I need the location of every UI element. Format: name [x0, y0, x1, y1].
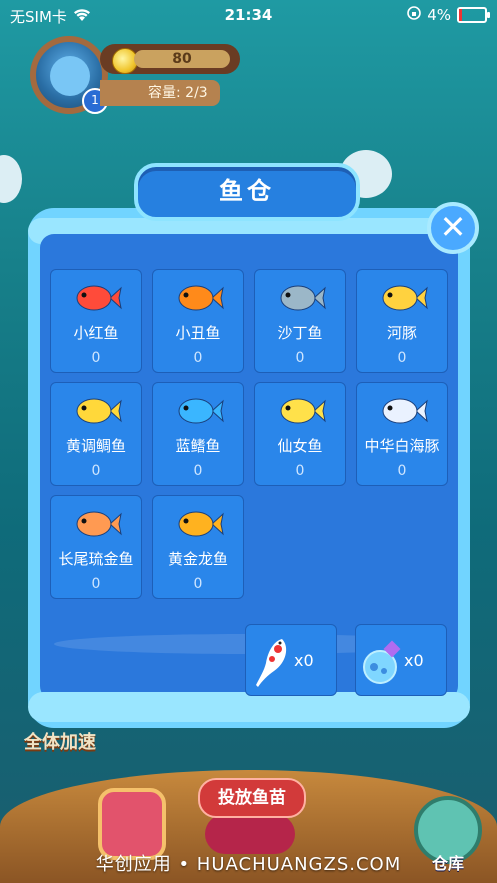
- fish-count: 0: [91, 576, 101, 592]
- player-profile: 1 80 容量: 2/3: [30, 36, 240, 120]
- watermark: 华创应用 • HUACHUANGZS.COM: [95, 854, 402, 875]
- close-button[interactable]: ✕: [427, 202, 479, 254]
- fish-icon: [76, 285, 122, 311]
- fish-icon: [178, 511, 224, 537]
- battery-icon: [457, 7, 490, 23]
- dialog-title-plate: 鱼仓: [134, 163, 360, 221]
- fish-count: 0: [295, 463, 305, 479]
- coin-counter: 80: [100, 44, 240, 74]
- fish-slot[interactable]: 黄金龙鱼 0: [152, 495, 244, 599]
- fish-icon: [280, 398, 326, 424]
- fish-name: 仙女鱼: [277, 437, 323, 455]
- potion-item-slot[interactable]: x0: [355, 624, 447, 696]
- fish-name: 蓝鳍鱼: [175, 437, 221, 455]
- fish-count: 0: [91, 350, 101, 366]
- fish-name: 黄金龙鱼: [167, 550, 228, 568]
- fish-icon: [280, 285, 326, 311]
- shark-avatar-icon: [50, 56, 90, 96]
- fish-slot[interactable]: 小红鱼 0: [50, 269, 142, 373]
- fish-slot[interactable]: 河豚 0: [356, 269, 448, 373]
- koi-quantity: x0: [294, 651, 314, 670]
- status-right: 4%: [407, 6, 490, 24]
- coin-value: 80: [134, 50, 230, 68]
- fish-count: 0: [91, 463, 101, 479]
- fish-name: 河豚: [386, 324, 417, 342]
- fish-slot[interactable]: 黄调鲷鱼 0: [50, 382, 142, 486]
- fish-name: 沙丁鱼: [277, 324, 323, 342]
- dialog-title: 鱼仓: [219, 177, 275, 205]
- close-icon: ✕: [439, 208, 467, 246]
- fish-count: 0: [295, 350, 305, 366]
- fish-name: 小红鱼: [73, 324, 119, 342]
- fish-icon: [76, 511, 122, 537]
- fish-name: 中华白海豚: [364, 437, 440, 455]
- fish-slot[interactable]: 沙丁鱼 0: [254, 269, 346, 373]
- potion-quantity: x0: [404, 651, 424, 670]
- battery-percent: 4%: [427, 6, 451, 24]
- fish-slot[interactable]: 小丑鱼 0: [152, 269, 244, 373]
- fish-icon: [178, 398, 224, 424]
- fish-icon: [76, 398, 122, 424]
- orientation-lock-icon: [407, 6, 422, 24]
- fish-name: 长尾琉金鱼: [58, 550, 134, 568]
- koi-icon: [256, 639, 287, 687]
- speed-up-label[interactable]: 全体加速: [24, 728, 96, 754]
- potion-icon: [363, 640, 401, 684]
- fish-icon: [382, 285, 428, 311]
- fish-icon: [382, 398, 428, 424]
- capacity-label: 容量: 2/3: [100, 80, 220, 106]
- fish-slot[interactable]: 蓝鳍鱼 0: [152, 382, 244, 486]
- wave-decoration: [28, 692, 470, 722]
- status-bar: 无SIM卡 21:34 4%: [0, 0, 497, 30]
- bowl-icon: [0, 155, 22, 203]
- koi-item-slot[interactable]: x0: [245, 624, 337, 696]
- fish-count: 0: [397, 463, 407, 479]
- fish-name: 黄调鲷鱼: [65, 437, 126, 455]
- fish-count: 0: [193, 463, 203, 479]
- release-button-base: [205, 814, 295, 854]
- fish-icon: [178, 285, 224, 311]
- fish-count: 0: [397, 350, 407, 366]
- fish-count: 0: [193, 576, 203, 592]
- fish-name: 小丑鱼: [175, 324, 221, 342]
- fish-slot[interactable]: 仙女鱼 0: [254, 382, 346, 486]
- fish-slot[interactable]: 中华白海豚 0: [356, 382, 448, 486]
- fish-slot[interactable]: 长尾琉金鱼 0: [50, 495, 142, 599]
- release-fry-button[interactable]: 投放鱼苗: [198, 778, 306, 818]
- fish-count: 0: [193, 350, 203, 366]
